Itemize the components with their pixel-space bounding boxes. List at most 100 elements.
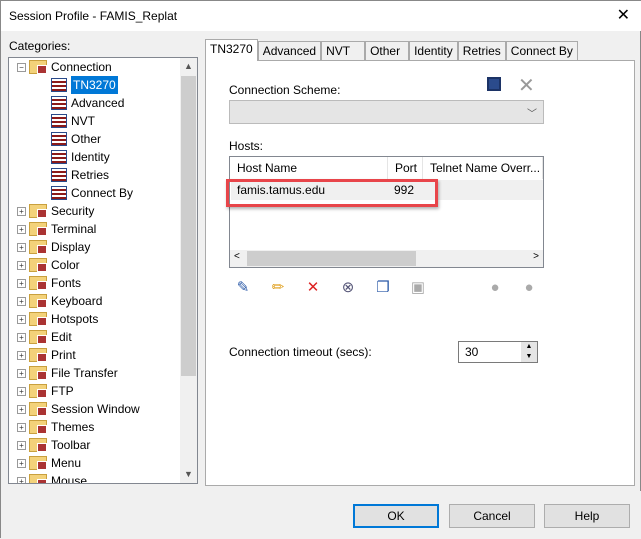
tab-retries[interactable]: Retries — [457, 41, 506, 61]
spin-down-icon[interactable]: ▼ — [521, 352, 537, 362]
folder-icon — [29, 402, 47, 416]
move-up-icon[interactable]: ● — [486, 279, 504, 297]
scroll-up-icon[interactable]: ▲ — [180, 58, 197, 75]
expand-icon[interactable]: + — [17, 296, 26, 306]
folder-icon — [29, 258, 47, 272]
scroll-thumb[interactable] — [181, 76, 196, 376]
save-icon[interactable] — [487, 77, 501, 91]
tree-item-color[interactable]: + Color — [17, 256, 80, 274]
tree-item-nvt[interactable]: NVT — [51, 112, 95, 130]
window-title: Session Profile - FAMIS_Replat — [9, 9, 178, 23]
tree-item-file-transfer[interactable]: + File Transfer — [17, 364, 118, 382]
tree-item-ftp[interactable]: + FTP — [17, 382, 74, 400]
folder-icon — [29, 474, 47, 483]
tree-item-keyboard[interactable]: + Keyboard — [17, 292, 102, 310]
ok-button[interactable]: OK — [353, 504, 439, 528]
tree-item-label: Print — [51, 348, 76, 362]
tree-item-connect-by[interactable]: Connect By — [51, 184, 133, 202]
tree-item-session-window[interactable]: + Session Window — [17, 400, 140, 418]
tree-item-retries[interactable]: Retries — [51, 166, 109, 184]
column-host-name[interactable]: Host Name — [230, 157, 388, 179]
spin-up-icon[interactable]: ▲ — [521, 342, 537, 352]
column-telnet-name[interactable]: Telnet Name Overr... — [423, 157, 543, 179]
tree-item-label: Security — [51, 204, 95, 218]
hosts-hscrollbar[interactable]: < > — [230, 250, 543, 267]
tab-nvt[interactable]: NVT — [321, 41, 366, 61]
tab-tn3270[interactable]: TN3270 — [205, 39, 258, 61]
expand-icon[interactable]: + — [17, 224, 26, 234]
tree-item-security[interactable]: + Security — [17, 202, 94, 220]
expand-icon[interactable]: + — [17, 350, 26, 360]
tree-item-hotspots[interactable]: + Hotspots — [17, 310, 98, 328]
expand-icon[interactable]: + — [17, 206, 26, 216]
delete-host-icon[interactable]: ✕ — [304, 279, 322, 297]
expand-icon[interactable]: + — [17, 458, 26, 468]
tree-item-terminal[interactable]: + Terminal — [17, 220, 96, 238]
folder-icon — [29, 312, 47, 326]
expand-icon[interactable]: + — [17, 278, 26, 288]
delete-scheme-icon[interactable]: ✕ — [518, 73, 535, 98]
tree-item-label: File Transfer — [51, 366, 118, 380]
tab-other[interactable]: Other — [365, 41, 410, 61]
tree-item-print[interactable]: + Print — [17, 346, 76, 364]
tree-item-display[interactable]: + Display — [17, 238, 90, 256]
tree-item-menu[interactable]: + Menu — [17, 454, 81, 472]
folder-icon — [29, 60, 47, 74]
expand-icon[interactable]: + — [17, 386, 26, 396]
edit-pencil-icon[interactable]: ✏ — [269, 279, 287, 297]
timeout-stepper[interactable]: 30 ▲ ▼ — [458, 341, 538, 363]
folder-icon — [29, 456, 47, 470]
tab-identity[interactable]: Identity — [409, 41, 458, 61]
tab-connect-by[interactable]: Connect By — [505, 41, 578, 61]
page-icon — [51, 132, 67, 146]
tree-item-identity[interactable]: Identity — [51, 148, 110, 166]
tree-item-label: Toolbar — [51, 438, 91, 452]
expand-icon[interactable]: + — [17, 314, 26, 324]
scroll-thumb[interactable] — [247, 251, 416, 266]
folder-icon — [29, 240, 47, 254]
page-icon — [51, 114, 67, 128]
remove-globe-icon[interactable]: ⊗ — [339, 279, 357, 297]
close-icon[interactable]: ✕ — [617, 5, 630, 25]
expand-icon[interactable]: + — [17, 332, 26, 342]
category-tree[interactable]: + Mouse + Menu + Toolbar + Themes + Session Windo… — [8, 57, 198, 484]
expand-icon[interactable]: + — [17, 368, 26, 378]
expand-icon[interactable]: + — [17, 242, 26, 252]
tree-item-label: Connection — [51, 60, 112, 74]
tree-item-fonts[interactable]: + Fonts — [17, 274, 81, 292]
tree-scrollbar[interactable]: ▲ ▼ — [180, 58, 197, 483]
page-icon — [51, 150, 67, 164]
tree-item-label: Hotspots — [51, 312, 99, 326]
folder-icon — [29, 366, 47, 380]
cancel-button[interactable]: Cancel — [449, 504, 535, 528]
hosts-list[interactable]: Host Name Port Telnet Name Overr... fami… — [229, 156, 544, 268]
tree-item-advanced[interactable]: Advanced — [51, 94, 124, 112]
tree-item-themes[interactable]: + Themes — [17, 418, 94, 436]
tree-item-edit[interactable]: + Edit — [17, 328, 72, 346]
folder-icon — [29, 276, 47, 290]
tree-item-label: Terminal — [51, 222, 97, 236]
expand-icon[interactable]: + — [17, 440, 26, 450]
tree-item-tn3270[interactable]: TN3270 — [51, 76, 118, 94]
tree-item-label: Other — [71, 132, 102, 146]
tree-item-connection[interactable]: − Connection — [17, 58, 112, 76]
column-port[interactable]: Port — [388, 157, 423, 179]
tree-item-other[interactable]: Other — [51, 130, 101, 148]
expand-icon[interactable]: + — [17, 404, 26, 414]
help-button[interactable]: Help — [544, 504, 630, 528]
tree-item-mouse[interactable]: + Mouse — [17, 472, 88, 484]
expand-icon[interactable]: + — [17, 422, 26, 432]
paste-icon[interactable]: ▣ — [409, 279, 427, 297]
move-down-icon[interactable]: ● — [520, 279, 538, 297]
collapse-icon[interactable]: − — [17, 62, 26, 72]
tree-item-label: Mouse — [51, 474, 88, 484]
tree-item-toolbar[interactable]: + Toolbar — [17, 436, 90, 454]
folder-icon — [29, 420, 47, 434]
connection-scheme-select[interactable]: ﹀ — [229, 100, 544, 124]
copy-edit-icon[interactable]: ❐ — [374, 279, 392, 297]
expand-icon[interactable]: + — [17, 476, 26, 483]
tab-advanced[interactable]: Advanced — [257, 41, 322, 61]
new-host-icon[interactable]: ✎ — [234, 279, 252, 297]
scroll-down-icon[interactable]: ▼ — [180, 466, 197, 483]
expand-icon[interactable]: + — [17, 260, 26, 270]
